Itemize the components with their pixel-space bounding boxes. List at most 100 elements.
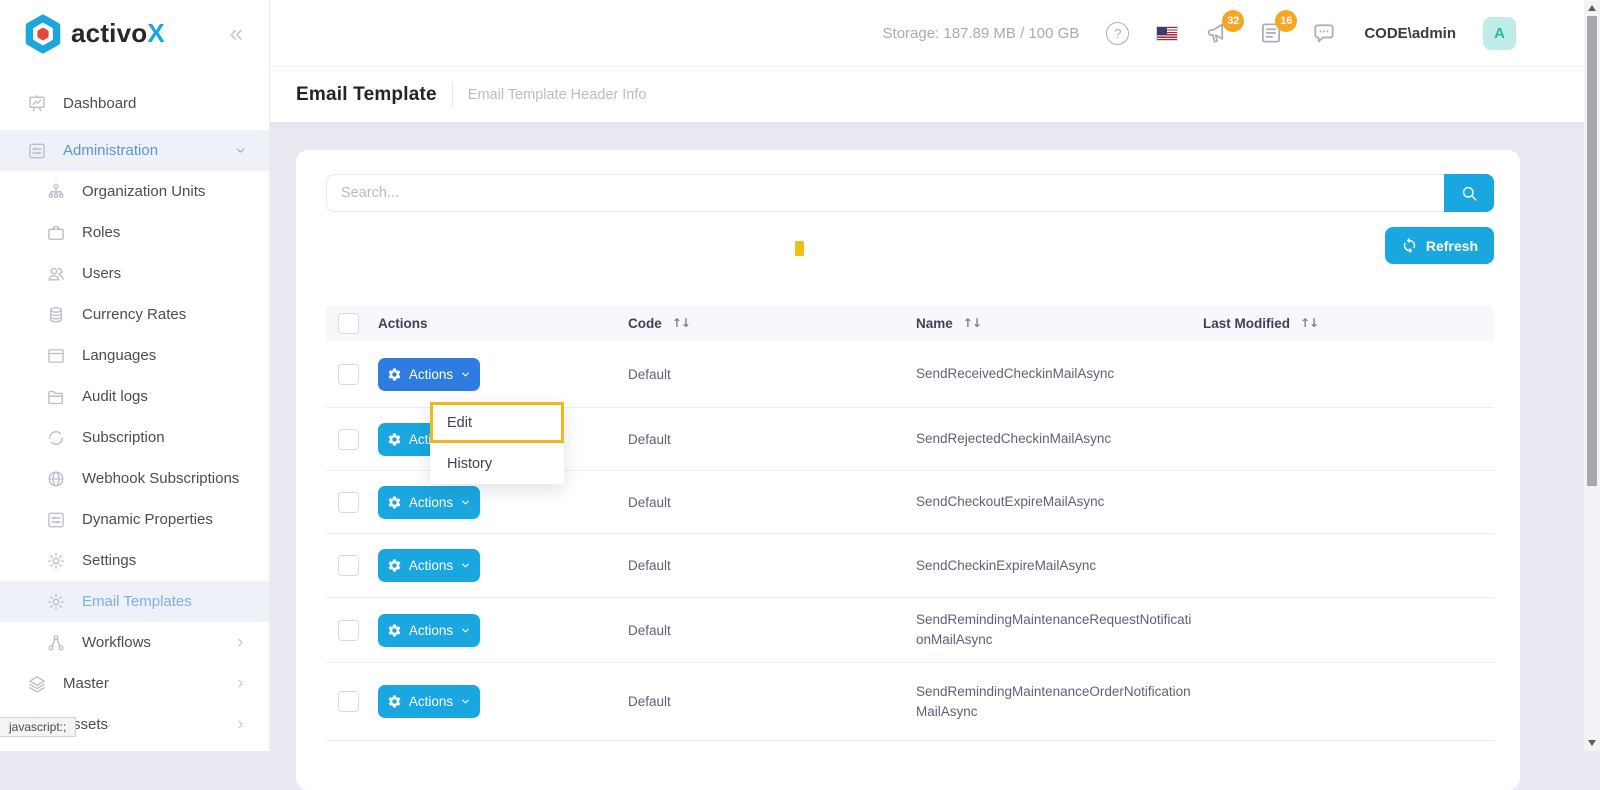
column-header-actions: Actions xyxy=(378,315,428,331)
code-cell: Default xyxy=(628,694,671,709)
sort-icon: ↑↓ xyxy=(671,316,691,330)
actions-dropdown-menu: Edit History xyxy=(430,402,564,484)
gear-icon xyxy=(387,694,402,709)
sidebar-collapse-button[interactable]: « xyxy=(230,21,243,46)
arrow-down-icon xyxy=(1588,740,1596,746)
chevron-down-icon xyxy=(460,369,471,380)
notifications-icon[interactable]: 16 xyxy=(1258,10,1298,46)
sidebar-item-settings[interactable]: Settings xyxy=(0,540,269,581)
table-row: Actions Default SendReceivedCheckinMailA… xyxy=(326,341,1494,408)
search-icon xyxy=(1460,184,1479,203)
currency-rates-icon xyxy=(46,305,66,325)
dropdown-item-history[interactable]: History xyxy=(430,443,564,484)
column-header-code[interactable]: Code ↑↓ xyxy=(628,316,916,331)
brand-hexagon-icon xyxy=(25,14,61,53)
table-header-row: Actions Code ↑↓ Name ↑↓ Last Modified ↑↓ xyxy=(326,305,1494,341)
organization-units-icon xyxy=(46,182,66,202)
select-all-checkbox[interactable] xyxy=(338,312,359,334)
help-icon[interactable]: ? xyxy=(1106,21,1130,45)
announcements-badge: 32 xyxy=(1222,10,1245,32)
sidebar-item-master[interactable]: Master xyxy=(0,663,269,704)
column-header-last-modified[interactable]: Last Modified ↑↓ xyxy=(1203,316,1494,331)
refresh-button[interactable]: Refresh xyxy=(1384,227,1494,264)
scrollbar-thumb[interactable] xyxy=(1587,16,1597,486)
email-templates-icon xyxy=(46,592,66,612)
chevron-right-icon xyxy=(234,636,247,649)
row-checkbox[interactable] xyxy=(338,555,359,576)
code-cell: Default xyxy=(628,558,671,573)
settings-icon xyxy=(46,551,66,571)
gear-icon xyxy=(387,367,402,382)
row-checkbox[interactable] xyxy=(338,428,359,450)
users-icon xyxy=(46,264,66,284)
row-checkbox[interactable] xyxy=(338,691,359,712)
sidebar-item-users[interactable]: Users xyxy=(0,253,269,294)
actions-button[interactable]: Actions xyxy=(378,485,480,519)
actions-button[interactable]: Actions xyxy=(378,549,480,582)
gear-icon xyxy=(387,558,402,573)
sidebar-item-languages[interactable]: Languages xyxy=(0,335,269,376)
sidebar-item-email-templates[interactable]: Email Templates xyxy=(0,581,269,622)
announcements-icon[interactable]: 32 xyxy=(1205,10,1245,46)
scroll-up-button[interactable] xyxy=(1584,0,1600,16)
page-header: Email Template Email Template Header Inf… xyxy=(270,67,1600,122)
master-icon xyxy=(27,674,47,694)
sidebar-item-organization-units[interactable]: Organization Units xyxy=(0,171,269,212)
chevron-down-icon xyxy=(234,144,247,157)
search-button[interactable] xyxy=(1444,174,1494,212)
title-divider xyxy=(451,81,453,108)
webhook-icon xyxy=(46,469,66,489)
roles-icon xyxy=(46,223,66,243)
sidebar-item-administration[interactable]: Administration xyxy=(0,130,269,171)
actions-button[interactable]: Actions xyxy=(378,685,480,718)
page-title: Email Template xyxy=(296,83,437,105)
gear-icon xyxy=(387,495,402,510)
sidebar-item-audit-logs[interactable]: Audit logs xyxy=(0,376,269,417)
name-cell: SendRemindingMaintenanceOrderNotificatio… xyxy=(916,683,1191,719)
code-cell: Default xyxy=(628,494,671,510)
app-logo: activoX xyxy=(24,13,165,55)
gear-icon xyxy=(387,623,402,638)
avatar[interactable]: A xyxy=(1483,16,1516,50)
sidebar-item-roles[interactable]: Roles xyxy=(0,212,269,253)
status-bar-link-tooltip: javascript:; xyxy=(0,717,77,737)
vertical-scrollbar xyxy=(1584,0,1600,751)
sidebar-item-workflows[interactable]: Workflows xyxy=(0,622,269,663)
actions-button[interactable]: Actions xyxy=(378,357,480,391)
column-header-name[interactable]: Name ↑↓ xyxy=(916,316,1203,331)
code-cell: Default xyxy=(628,622,671,638)
chevron-down-icon xyxy=(460,625,471,636)
current-user[interactable]: CODE\admin xyxy=(1364,25,1456,42)
subscription-icon xyxy=(46,428,66,448)
name-cell: SendRejectedCheckinMailAsync xyxy=(916,431,1112,446)
scroll-down-button[interactable] xyxy=(1584,735,1600,751)
sidebar-item-subscription[interactable]: Subscription xyxy=(0,417,269,458)
dynamic-properties-icon xyxy=(46,510,66,530)
name-cell: SendCheckoutExpireMailAsync xyxy=(916,494,1105,509)
code-cell: Default xyxy=(628,366,671,382)
actions-button[interactable]: Actions xyxy=(378,613,480,647)
dropdown-item-edit[interactable]: Edit xyxy=(430,402,564,443)
chat-icon[interactable] xyxy=(1311,20,1337,46)
row-checkbox[interactable] xyxy=(338,363,359,385)
sidebar-item-webhook-subscriptions[interactable]: Webhook Subscriptions xyxy=(0,458,269,499)
topbar: Storage: 187.89 MB / 100 GB ? 32 16 CODE… xyxy=(270,0,1600,67)
sidebar-item-currency-rates[interactable]: Currency Rates xyxy=(0,294,269,335)
gear-icon xyxy=(387,432,402,447)
workflows-icon xyxy=(46,633,66,653)
row-checkbox[interactable] xyxy=(338,619,359,641)
languages-icon xyxy=(46,346,66,366)
brand-name: activoX xyxy=(71,18,165,48)
audit-logs-icon xyxy=(46,387,66,407)
us-flag-icon[interactable] xyxy=(1156,25,1179,41)
name-cell: SendCheckinExpireMailAsync xyxy=(916,557,1097,573)
search-input[interactable] xyxy=(326,174,1444,212)
table-row: Actions Default SendRemindingMaintenance… xyxy=(326,663,1494,741)
notifications-badge: 16 xyxy=(1275,10,1298,32)
sidebar-item-dynamic-properties[interactable]: Dynamic Properties xyxy=(0,499,269,540)
row-checkbox[interactable] xyxy=(338,491,359,513)
sidebar-item-dashboard[interactable]: Dashboard xyxy=(0,83,269,124)
sort-icon: ↑↓ xyxy=(1300,316,1319,330)
code-cell: Default xyxy=(628,431,671,447)
name-cell: SendReceivedCheckinMailAsync xyxy=(916,366,1115,381)
